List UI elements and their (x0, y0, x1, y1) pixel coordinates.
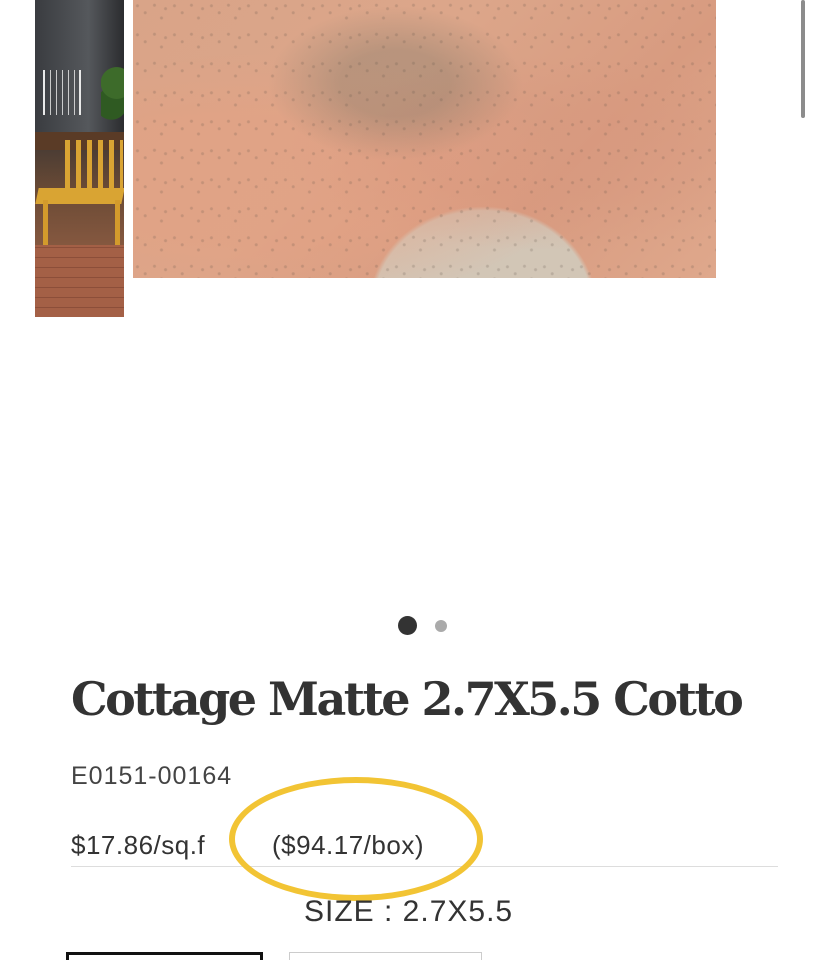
gallery-thumbnail-room-scene[interactable] (35, 0, 124, 317)
thumbnail-chair-seat (35, 188, 124, 204)
gallery-pagination (398, 616, 447, 635)
size-label: SIZE : 2.7X5.5 (304, 895, 514, 928)
product-title: Cottage Matte 2.7X5.5 Cotto (71, 672, 744, 726)
tile-texture (133, 0, 716, 278)
page-scrollbar[interactable] (801, 0, 805, 118)
thumbnail-plant (101, 55, 124, 125)
size-option[interactable] (289, 952, 482, 960)
thumbnail-tile-floor (35, 245, 124, 317)
thumbnail-chair-back (65, 140, 123, 190)
size-option-selected[interactable] (66, 952, 263, 960)
gallery-dot-1-active[interactable] (398, 616, 417, 635)
product-sku: E0151-00164 (71, 762, 233, 790)
price-per-sqft: $17.86/sq.f (71, 830, 206, 860)
highlight-circle-annotation (229, 777, 483, 901)
product-main-image-tile[interactable] (133, 0, 716, 278)
thumbnail-pendant-lamp (43, 70, 81, 115)
gallery-dot-2[interactable] (435, 619, 447, 632)
